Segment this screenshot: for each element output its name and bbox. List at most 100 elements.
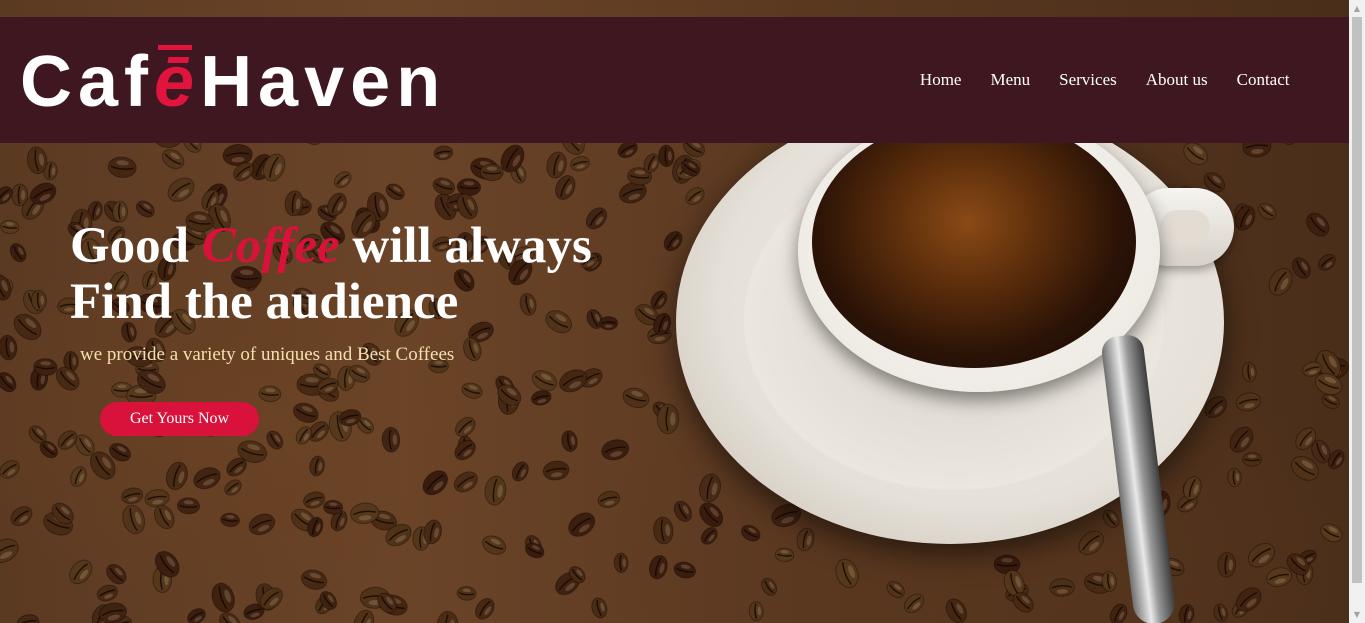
coffee-bean — [381, 426, 401, 453]
coffee-bean — [1102, 509, 1120, 528]
coffee-bean — [1234, 205, 1256, 231]
coffee-bean — [1266, 567, 1293, 587]
coffee-bean — [57, 430, 78, 450]
coffee-bean — [568, 512, 596, 537]
coffee-bean — [187, 608, 206, 623]
coffee-bean — [530, 390, 552, 406]
coffee-bean — [1241, 362, 1257, 383]
coffee-bean — [591, 597, 608, 619]
coffee-surface — [812, 116, 1136, 368]
coffee-bean — [1247, 542, 1276, 568]
coffee-bean — [193, 467, 221, 490]
coffee-bean — [1227, 467, 1242, 488]
headline-line1-start: Good — [70, 218, 202, 274]
scrollbar-thumb[interactable] — [1352, 17, 1362, 583]
coffee-bean — [454, 440, 476, 461]
coffee-bean — [1109, 603, 1128, 623]
coffee-bean — [648, 555, 668, 580]
headline-line2: Find the audience — [70, 274, 459, 330]
coffee-bean — [1318, 253, 1336, 271]
coffee-bean — [333, 171, 352, 188]
logo-text-accent: ē — [154, 42, 201, 122]
coffee-bean — [1178, 604, 1195, 623]
vertical-scrollbar[interactable]: ▲ ▼ — [1349, 0, 1365, 623]
triangle-up-icon[interactable]: ▲ — [1349, 0, 1365, 17]
coffee-bean — [1049, 578, 1075, 597]
coffee-bean — [511, 461, 529, 482]
coffee-bean — [433, 145, 454, 161]
logo-text-part2: Haven — [200, 42, 447, 122]
coffee-bean — [482, 535, 507, 555]
coffee-bean — [656, 403, 680, 435]
coffee-bean — [0, 538, 19, 564]
coffee-bean — [658, 144, 675, 168]
hero-headline: Good Coffee will always Find the audienc… — [70, 218, 592, 330]
coffee-bean — [1306, 212, 1330, 237]
coffee-bean — [165, 461, 188, 491]
coffee-bean — [561, 430, 578, 453]
coffee-bean — [309, 455, 325, 477]
brand-logo[interactable]: Caf ē Haven — [20, 42, 447, 122]
nav-contact-link[interactable]: Contact — [1222, 69, 1304, 91]
coffee-bean — [422, 470, 449, 496]
coffee-bean — [11, 183, 29, 207]
coffee-bean — [220, 512, 240, 528]
coffee-bean — [597, 490, 621, 508]
coffee-bean — [224, 479, 242, 496]
coffee-bean — [700, 527, 718, 545]
coffee-bean — [1078, 530, 1104, 556]
coffee-bean — [0, 372, 17, 393]
coffee-bean — [748, 601, 764, 622]
coffee-bean — [1268, 267, 1293, 296]
coffee-bean — [904, 593, 925, 614]
coffee-bean — [542, 460, 570, 481]
coffee-bean — [699, 502, 724, 528]
coffee-bean — [475, 598, 495, 620]
nav-about-link[interactable]: About us — [1131, 69, 1222, 91]
coffee-bean — [106, 564, 127, 585]
coffee-bean — [107, 156, 137, 178]
coffee-bean — [774, 547, 795, 562]
coffee-bean — [453, 471, 478, 493]
coffee-bean — [601, 439, 630, 461]
coffee-bean — [13, 313, 42, 341]
hero-subtitle: we provide a variety of uniques and Best… — [80, 344, 455, 365]
coffee-bean — [0, 219, 20, 235]
coffee-bean — [69, 559, 93, 585]
coffee-bean — [1213, 603, 1228, 623]
coffee-bean — [673, 561, 696, 579]
coffee-bean — [740, 524, 761, 542]
triangle-down-icon[interactable]: ▼ — [1349, 606, 1365, 623]
coffee-bean — [135, 200, 155, 218]
coffee-bean — [835, 558, 859, 589]
coffee-bean — [685, 187, 705, 206]
coffee-bean — [323, 499, 344, 515]
coffee-bean — [796, 527, 815, 552]
coffee-bean — [663, 231, 683, 252]
coffee-bean — [303, 491, 326, 509]
nav-services-link[interactable]: Services — [1045, 69, 1132, 91]
coffee-bean — [622, 387, 650, 409]
coffee-bean — [176, 497, 201, 515]
nav-menu-link[interactable]: Menu — [976, 69, 1045, 91]
coffee-bean — [266, 430, 284, 450]
coffee-bean — [211, 582, 235, 613]
coffee-bean — [456, 586, 477, 601]
coffee-bean — [698, 473, 722, 503]
headline-line1-end: will always — [339, 218, 592, 274]
coffee-bean — [1291, 257, 1311, 279]
nav-home-link[interactable]: Home — [905, 69, 976, 91]
coffee-bean — [613, 552, 629, 573]
coffee-bean — [353, 609, 375, 623]
coffee-bean — [96, 584, 118, 602]
coffee-bean — [886, 580, 905, 599]
get-yours-now-button[interactable]: Get Yours Now — [100, 402, 259, 436]
coffee-bean — [10, 506, 33, 527]
coffee-bean — [1242, 452, 1263, 467]
coffee-bean — [258, 385, 282, 403]
coffee-bean — [0, 334, 18, 361]
coffee-bean — [570, 156, 590, 172]
coffee-bean — [293, 402, 319, 423]
coffee-bean — [945, 598, 967, 623]
coffee-bean — [161, 149, 185, 170]
